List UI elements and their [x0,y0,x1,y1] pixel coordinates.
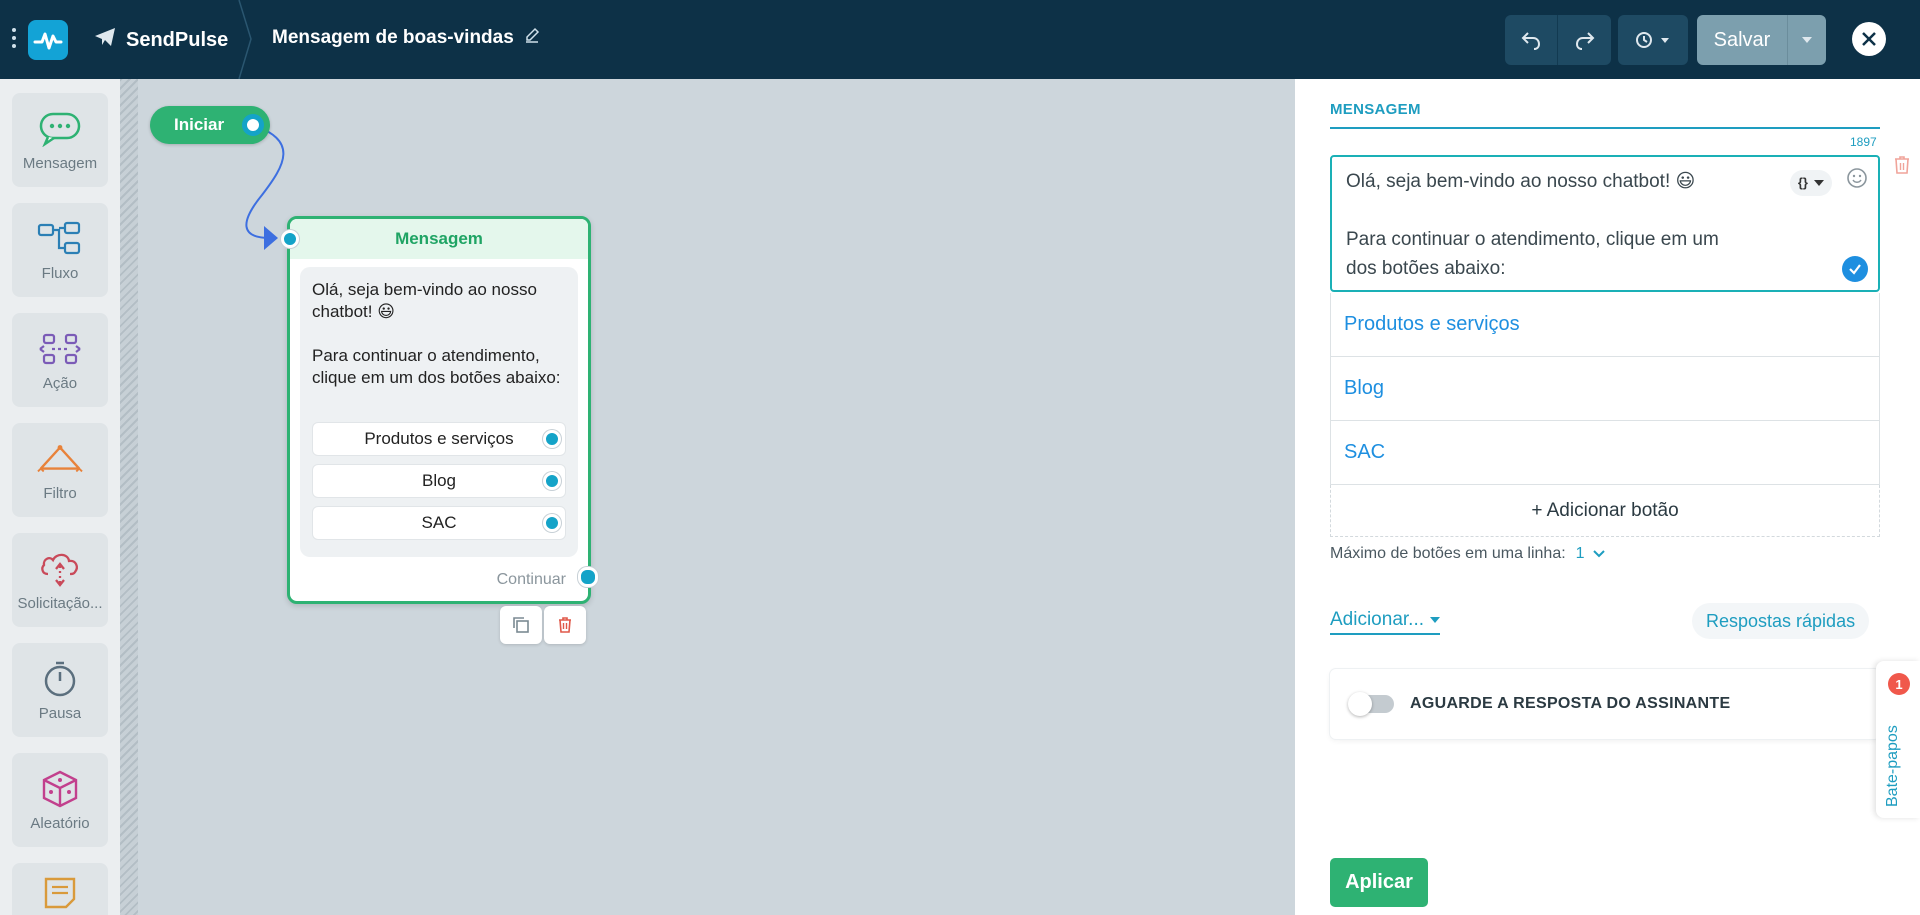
node-button-port[interactable] [543,430,561,448]
undo-button[interactable] [1505,15,1558,65]
emoji-icon [1847,168,1867,188]
node-button-port[interactable] [543,514,561,532]
message-node[interactable]: Mensagem Olá, seja bem-vindo ao nosso ch… [281,216,598,604]
apply-button[interactable]: Aplicar [1330,858,1428,907]
node-continue-port[interactable] [578,567,598,587]
editor-toolbar: {} [1789,167,1868,198]
variables-button[interactable]: {} [1789,169,1832,196]
node-button-products[interactable]: Produtos e serviços [312,422,566,456]
history-button[interactable] [1618,15,1688,65]
chats-tab[interactable]: 1 Bate-papos [1876,661,1920,818]
node-message-body: Olá, seja bem-vindo ao nosso chatbot! 😃 … [300,267,578,557]
redo-icon [1575,32,1594,50]
node-text-line1: Olá, seja bem-vindo ao nosso chatbot! 😃 [312,280,537,321]
quick-replies-button[interactable]: Respostas rápidas [1692,603,1870,639]
node-toolbar [500,606,586,644]
confirm-text-button[interactable] [1842,256,1868,282]
chats-tab-label: Bate-papos [1884,725,1901,807]
node-continue-label: Continuar [496,571,566,588]
panel-title: MENSAGEM [1330,101,1421,118]
close-button[interactable] [1852,22,1886,56]
delete-message-button[interactable] [1893,155,1911,180]
check-icon [1849,264,1861,275]
variables-icon: {} [1797,175,1808,190]
max-buttons-row: Máximo de botões em uma linha: 1 [1330,545,1605,563]
char-counter: 1897 [1850,135,1877,149]
add-button[interactable]: + Adicionar botão [1330,485,1880,537]
node-button-blog[interactable]: Blog [312,464,566,498]
message-button-products[interactable]: Produtos e serviços [1330,293,1880,357]
save-button-group: Salvar [1697,15,1826,65]
start-port[interactable] [242,114,264,136]
wait-reply-toggle[interactable] [1348,692,1394,716]
start-node[interactable]: Iniciar [150,106,270,144]
history-icon [1636,32,1669,48]
save-options-button[interactable] [1788,15,1826,65]
copy-icon [513,617,529,633]
message-line2: Para continuar o atendimento, clique em … [1346,229,1719,279]
wait-reply-label: AGUARDE A RESPOSTA DO ASSINANTE [1410,695,1731,712]
message-settings-panel: MENSAGEM 1897 Olá, seja bem-vindo ao nos… [1295,79,1920,915]
emoji-button[interactable] [1846,167,1868,198]
chevron-down-icon [1430,617,1440,623]
close-icon [1862,32,1876,46]
undo-redo-group [1505,15,1611,65]
node-button-port[interactable] [543,472,561,490]
node-input-port[interactable] [281,230,299,248]
add-content-dropdown[interactable]: Adicionar... [1330,609,1440,635]
trash-icon [559,617,571,633]
chevron-down-icon [1814,179,1824,186]
message-text-editor[interactable]: Olá, seja bem-vindo ao nosso chatbot! 😃 … [1330,155,1880,292]
message-line1: Olá, seja bem-vindo ao nosso chatbot! 😃 [1346,171,1696,192]
undo-icon [1521,32,1541,50]
message-buttons-list: Produtos e serviços Blog SAC + Adicionar… [1330,293,1880,537]
panel-title-underline [1330,127,1880,129]
duplicate-node-button[interactable] [500,606,542,644]
chevron-down-icon [1802,37,1812,43]
node-title: Mensagem [290,219,588,259]
save-button[interactable]: Salvar [1697,15,1788,65]
chats-badge: 1 [1888,673,1910,695]
message-button-sac[interactable]: SAC [1330,421,1880,485]
wait-reply-card: AGUARDE A RESPOSTA DO ASSINANTE [1330,669,1880,739]
trash-icon [1895,156,1909,174]
node-text-line2: Para continuar o atendimento, clique em … [312,346,561,387]
redo-button[interactable] [1558,15,1611,65]
chevron-down-icon [1592,550,1605,558]
max-buttons-select[interactable]: 1 [1576,545,1605,563]
node-button-sac[interactable]: SAC [312,506,566,540]
delete-node-button[interactable] [544,606,586,644]
message-button-blog[interactable]: Blog [1330,357,1880,421]
